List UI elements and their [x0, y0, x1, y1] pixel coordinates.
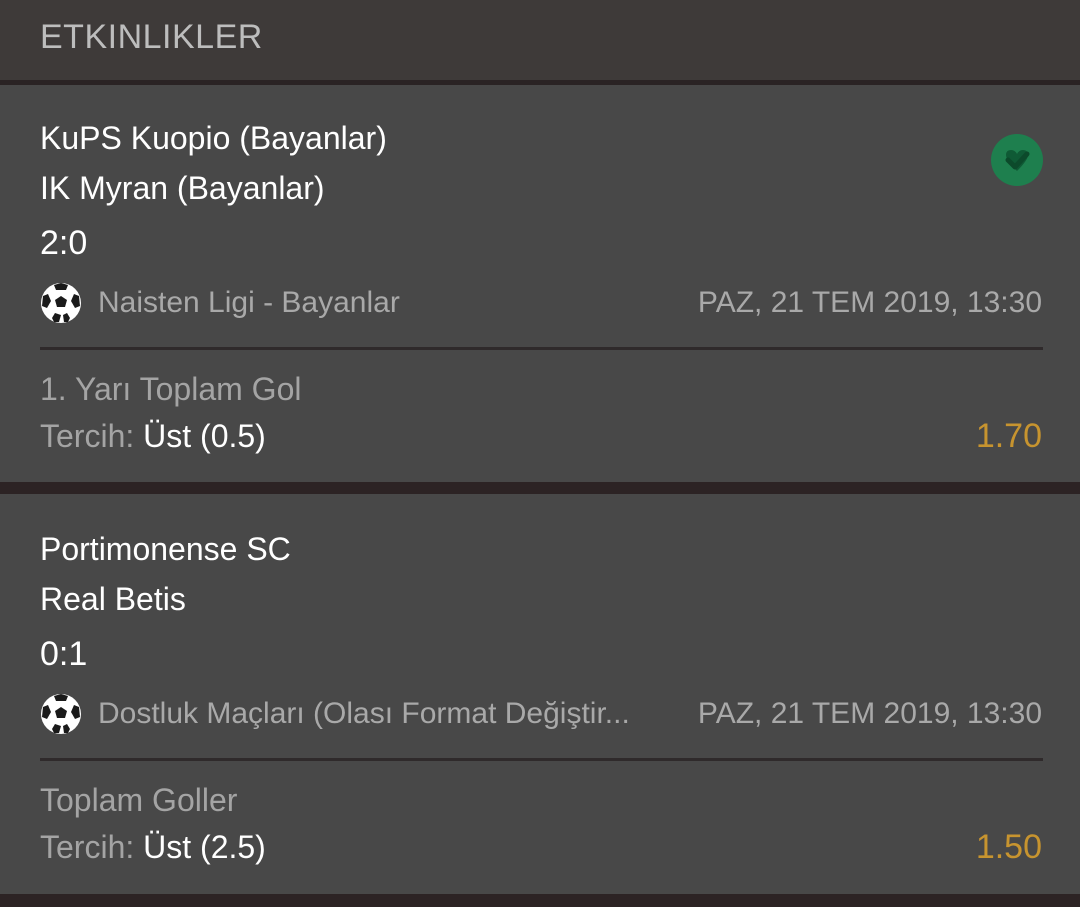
card-separator [0, 482, 1080, 494]
odds-value: 1.70 [975, 417, 1042, 455]
home-team: Portimonense SC [40, 531, 291, 567]
match-score: 0:1 [40, 635, 88, 673]
league-name: Naisten Ligi - Bayanlar [98, 286, 400, 319]
card-divider [40, 347, 1043, 350]
market-name: 1. Yarı Toplam Gol [40, 371, 302, 407]
away-team: Real Betis [40, 581, 186, 617]
card-divider [40, 758, 1043, 761]
event-card[interactable]: Portimonense SC Real Betis 0:1 Dostluk M… [0, 494, 1080, 894]
soccer-ball-icon [41, 283, 81, 323]
card-separator [0, 894, 1080, 907]
section-header: ETKINLIKLER [0, 0, 1080, 80]
selection: Tercih: Üst (0.5) [40, 418, 266, 455]
soccer-ball-icon [41, 694, 81, 734]
selection-label: Tercih: [40, 829, 135, 865]
odds-value: 1.50 [975, 828, 1042, 866]
check-circle-icon [991, 134, 1043, 186]
league-name: Dostluk Maçları (Olası Format Değiştir..… [98, 697, 630, 730]
away-team: IK Myran (Bayanlar) [40, 170, 325, 206]
event-date: PAZ, 21 TEM 2019, 13:30 [697, 697, 1042, 730]
match-score: 2:0 [40, 224, 88, 262]
event-date: PAZ, 21 TEM 2019, 13:30 [697, 286, 1042, 319]
selection-value: Üst (0.5) [143, 418, 266, 454]
market-name: Toplam Goller [40, 782, 238, 818]
selection-label: Tercih: [40, 418, 135, 454]
selection-value: Üst (2.5) [143, 829, 266, 865]
home-team: KuPS Kuopio (Bayanlar) [40, 120, 387, 156]
selection: Tercih: Üst (2.5) [40, 829, 266, 866]
section-title: ETKINLIKLER [40, 18, 263, 56]
event-card[interactable]: KuPS Kuopio (Bayanlar) IK Myran (Bayanla… [0, 85, 1080, 482]
